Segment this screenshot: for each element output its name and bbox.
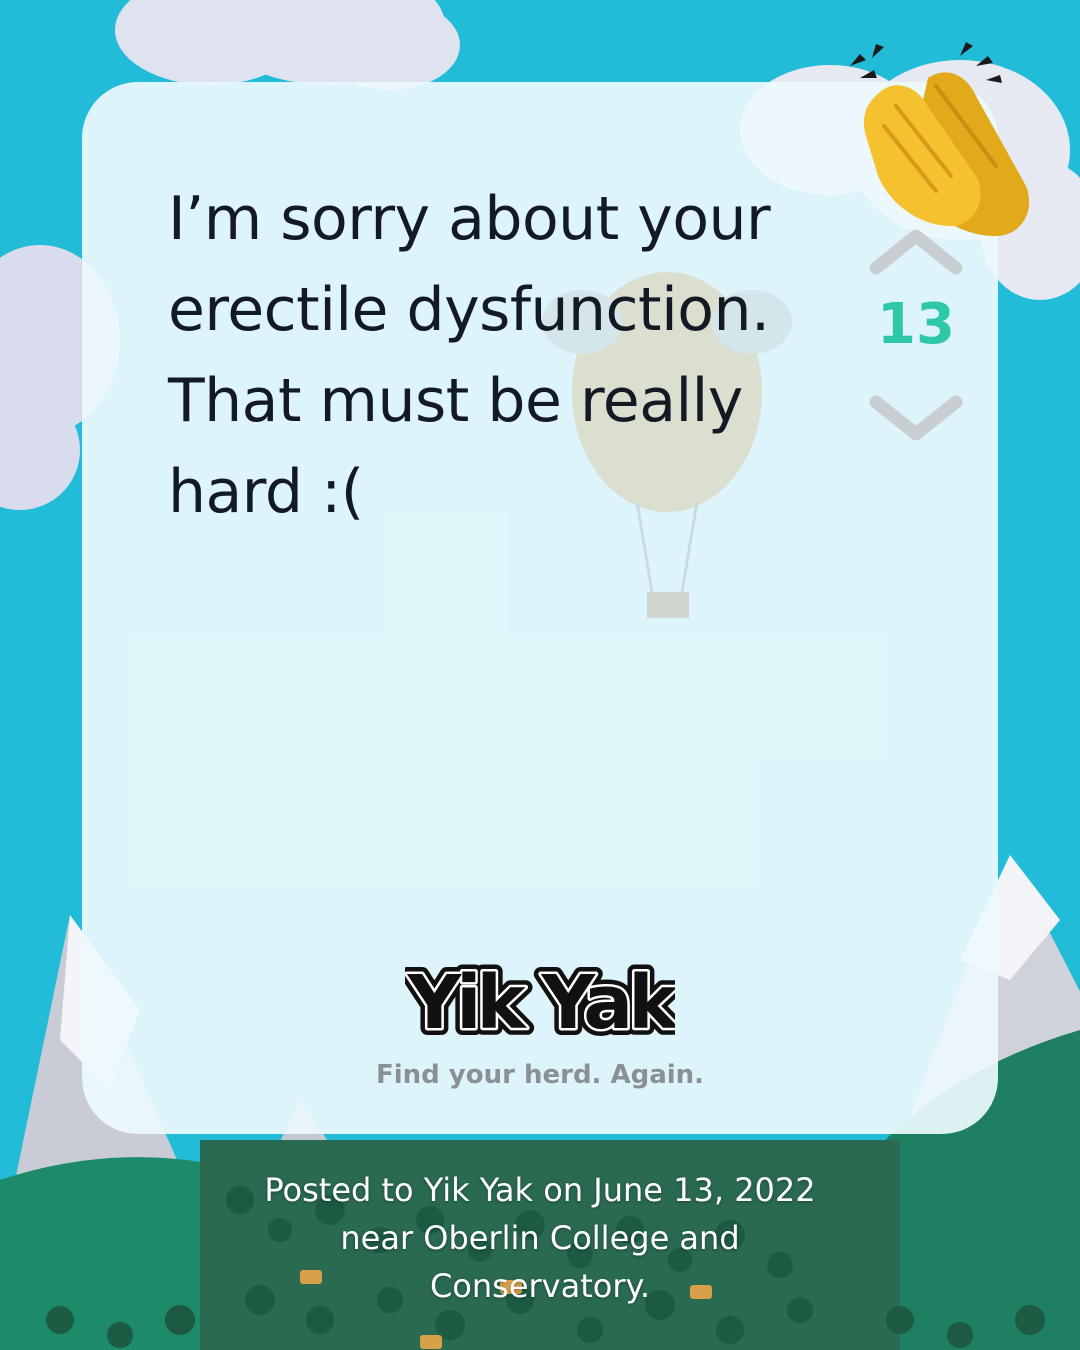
post-text-line: erectile dysfunction. [168,275,770,345]
caption-line: Conservatory. [429,1267,651,1305]
post-text-line: hard :( [168,457,364,527]
yik-yak-logo: Yik Yak Yik Yak [405,953,675,1052]
vote-score: 13 [877,292,955,357]
chevron-down-icon[interactable] [868,390,964,446]
yik-yak-logo-container: Yik Yak Yik Yak [82,952,998,1056]
tagline: Find your herd. Again. [375,1060,705,1090]
vote-control: 13 [866,222,966,442]
clapping-hands-icon [850,42,1030,236]
post-text-line: That must be really [168,366,743,436]
post-text-line: I’m sorry about your [168,184,771,254]
post-caption: Posted to Yik Yak on June 13, 2022 near … [200,1166,880,1310]
post-text: I’m sorry about your erectile dysfunctio… [168,174,808,538]
logo-text-inner: Yik Yak [407,960,675,1046]
cloud-top [115,0,460,90]
caption-line: near Oberlin College and [340,1219,740,1257]
caption-line: Posted to Yik Yak on June 13, 2022 [264,1171,816,1209]
